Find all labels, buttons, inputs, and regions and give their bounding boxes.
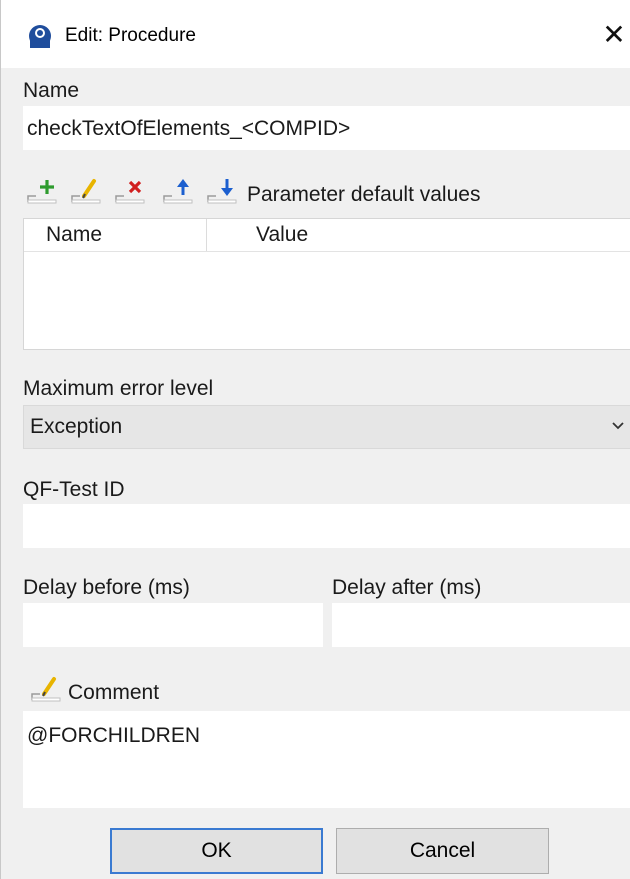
edit-comment-button[interactable] [29, 672, 63, 704]
table-header: Name Value [24, 219, 630, 252]
add-icon [27, 180, 57, 204]
title-bar: Edit: Procedure ✕ [1, 0, 630, 68]
ok-button[interactable]: OK [110, 828, 323, 874]
comment-label: Comment [68, 681, 160, 704]
delete-icon [115, 180, 145, 204]
name-input-value: checkTextOfElements_<COMPID> [27, 117, 351, 140]
parameters-table[interactable]: Name Value [23, 218, 630, 350]
delay-before-label: Delay before (ms) [23, 576, 190, 599]
edit-parameter-button[interactable] [69, 174, 103, 206]
cancel-button[interactable]: Cancel [336, 828, 549, 874]
edit-icon [31, 677, 61, 702]
window-title: Edit: Procedure [65, 25, 196, 46]
qftest-id-label: QF-Test ID [23, 478, 125, 501]
delay-before-input[interactable] [23, 603, 323, 647]
error-level-label: Maximum error level [23, 377, 214, 400]
delay-after-input[interactable] [332, 603, 630, 647]
column-divider[interactable] [206, 219, 207, 251]
move-up-parameter-button[interactable] [161, 174, 195, 206]
comment-textarea[interactable]: @FORCHILDREN [23, 711, 630, 808]
add-parameter-button[interactable] [25, 174, 59, 206]
delay-after-label: Delay after (ms) [332, 576, 482, 599]
column-header-value[interactable]: Value [256, 219, 308, 251]
edit-icon [71, 179, 101, 204]
error-level-select[interactable]: Exception [23, 405, 630, 449]
edit-procedure-dialog: Edit: Procedure ✕ Name checkTextOfElemen… [0, 0, 630, 879]
move-down-icon [207, 179, 237, 204]
move-down-parameter-button[interactable] [205, 174, 239, 206]
close-button[interactable]: ✕ [597, 18, 630, 52]
chevron-down-icon [612, 422, 624, 430]
close-icon: ✕ [602, 19, 626, 50]
name-input[interactable]: checkTextOfElements_<COMPID> [23, 106, 630, 150]
qftest-id-input[interactable] [23, 504, 630, 548]
comment-value: @FORCHILDREN [27, 724, 200, 747]
parameters-label: Parameter default values [247, 183, 481, 206]
delete-parameter-button[interactable] [113, 174, 147, 206]
name-label: Name [23, 79, 80, 102]
error-level-value: Exception [30, 415, 123, 438]
column-header-name[interactable]: Name [46, 219, 102, 251]
move-up-icon [163, 179, 193, 204]
qftest-app-icon [29, 25, 51, 48]
